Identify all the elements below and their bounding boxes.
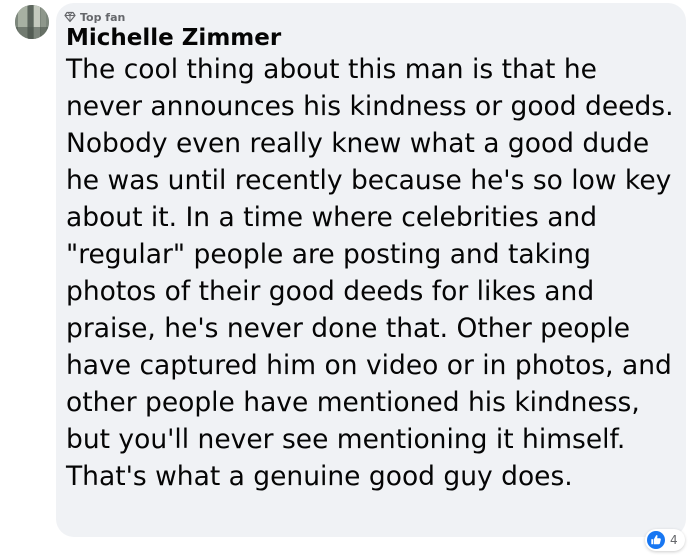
diamond-icon	[64, 11, 76, 23]
top-fan-badge[interactable]: Top fan	[64, 10, 125, 24]
avatar-image	[15, 5, 49, 39]
comment-text: The cool thing about this man is that he…	[66, 54, 674, 492]
comment-author[interactable]: Michelle Zimmer	[66, 24, 281, 52]
reaction-count: 4	[670, 533, 678, 547]
avatar[interactable]	[15, 5, 49, 39]
badge-label: Top fan	[80, 10, 126, 24]
reaction-summary[interactable]: 4	[645, 529, 685, 551]
like-icon	[647, 531, 665, 549]
